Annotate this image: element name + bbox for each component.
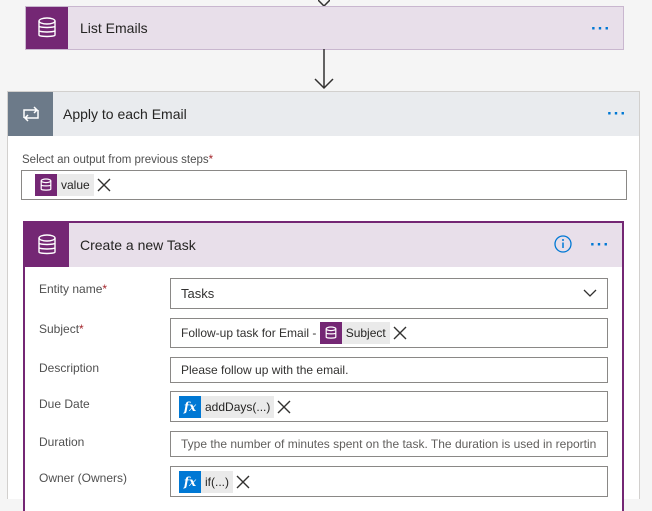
- due-date-label: Due Date: [39, 397, 90, 411]
- remove-token-icon[interactable]: [233, 470, 253, 493]
- database-icon: [26, 7, 68, 49]
- owner-field[interactable]: fx if(...): [170, 466, 608, 497]
- create-task-more-button[interactable]: ···: [590, 236, 610, 253]
- database-icon: [35, 174, 57, 196]
- function-icon: fx: [179, 470, 201, 493]
- owner-token-label: if(...): [205, 474, 229, 489]
- entity-name-dropdown[interactable]: Tasks: [170, 278, 608, 309]
- create-task-title: Create a new Task: [80, 237, 196, 253]
- create-task-card: Create a new Task ··· Entity name* Tasks…: [23, 221, 624, 511]
- owner-token[interactable]: fx if(...): [179, 470, 233, 493]
- remove-token-icon[interactable]: [93, 174, 114, 196]
- select-output-label: Select an output from previous steps*: [22, 154, 214, 166]
- select-output-field[interactable]: value: [21, 170, 627, 200]
- list-emails-title: List Emails: [80, 20, 148, 36]
- required-marker: *: [102, 282, 108, 296]
- apply-to-each-more-button[interactable]: ···: [607, 105, 627, 122]
- subject-field[interactable]: Follow-up task for Email - Subject: [170, 318, 608, 348]
- due-date-token-label: addDays(...): [205, 399, 271, 414]
- arrow-down-icon: [314, 49, 334, 90]
- duration-placeholder: Type the number of minutes spent on the …: [181, 437, 597, 451]
- remove-token-icon[interactable]: [274, 395, 295, 418]
- required-marker: *: [208, 154, 214, 166]
- owner-label: Owner (Owners): [39, 471, 128, 485]
- value-token[interactable]: value: [35, 174, 94, 196]
- database-icon: [319, 322, 342, 344]
- subject-prefix-text: Follow-up task for Email -: [181, 326, 320, 340]
- loop-icon: [8, 92, 53, 136]
- description-label: Description: [39, 361, 100, 375]
- value-token-label: value: [61, 178, 90, 192]
- description-field[interactable]: Please follow up with the email.: [170, 357, 608, 383]
- create-task-header[interactable]: Create a new Task ···: [25, 223, 622, 267]
- due-date-field[interactable]: fx addDays(...): [170, 391, 608, 422]
- list-emails-more-button[interactable]: ···: [591, 20, 611, 37]
- database-icon: [25, 223, 69, 267]
- subject-token[interactable]: Subject: [319, 322, 390, 344]
- required-marker: *: [79, 322, 84, 336]
- subject-label: Subject*: [39, 322, 84, 336]
- apply-to-each-title: Apply to each Email: [63, 106, 187, 122]
- subject-token-label: Subject: [345, 326, 386, 340]
- due-date-token[interactable]: fx addDays(...): [179, 395, 275, 418]
- entity-name-value: Tasks: [181, 286, 215, 301]
- duration-label: Duration: [39, 435, 85, 449]
- remove-token-icon[interactable]: [389, 322, 410, 344]
- entity-name-label: Entity name*: [39, 282, 108, 296]
- apply-to-each-header[interactable]: Apply to each Email ···: [8, 92, 639, 136]
- info-icon[interactable]: [554, 235, 572, 253]
- chevron-down-icon: [583, 289, 597, 297]
- duration-field[interactable]: Type the number of minutes spent on the …: [170, 431, 608, 457]
- function-icon: fx: [179, 395, 201, 418]
- list-emails-card[interactable]: List Emails ···: [25, 6, 624, 50]
- description-value: Please follow up with the email.: [181, 363, 349, 377]
